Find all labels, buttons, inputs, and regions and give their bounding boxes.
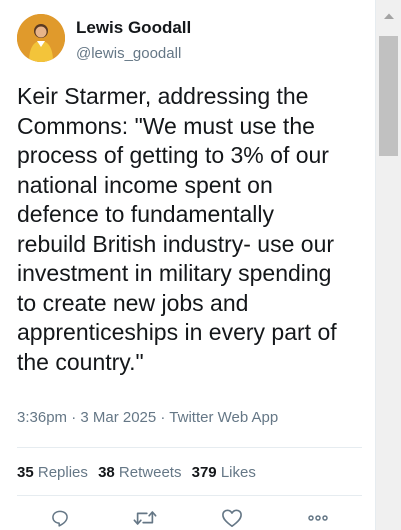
heart-icon (222, 509, 242, 527)
retweets-count: 38 (98, 464, 115, 481)
more-icon (308, 515, 328, 521)
likes-label: Likes (220, 464, 256, 481)
tweet-stats: 35 Replies 38 Retweets 379 Likes (17, 464, 256, 481)
reply-button[interactable] (48, 506, 72, 530)
retweet-button[interactable] (133, 506, 157, 530)
avatar[interactable] (17, 14, 65, 62)
divider (17, 447, 362, 448)
tweet-timestamp[interactable]: 3:36pm · 3 Mar 2025 · Twitter Web App (17, 409, 278, 426)
likes-count: 379 (191, 464, 217, 481)
scrollbar-thumb[interactable] (379, 36, 398, 156)
scroll-up-button[interactable] (376, 8, 401, 24)
replies-count: 35 (17, 464, 34, 481)
retweet-icon (133, 511, 157, 525)
replies-label: Replies (37, 464, 88, 481)
replies-stat[interactable]: 35 Replies (17, 464, 88, 481)
chevron-up-icon (383, 13, 394, 19)
author-name[interactable]: Lewis Goodall (76, 18, 191, 38)
tweet-card: Lewis Goodall @lewis_goodall Keir Starme… (0, 0, 376, 530)
more-button[interactable] (306, 506, 330, 530)
tweet-actions (0, 506, 376, 530)
likes-stat[interactable]: 379 Likes (192, 464, 256, 481)
divider (17, 495, 362, 496)
avatar-image (17, 14, 65, 62)
author-handle[interactable]: @lewis_goodall (76, 45, 181, 62)
retweets-label: Retweets (118, 464, 182, 481)
like-button[interactable] (220, 506, 244, 530)
retweets-stat[interactable]: 38 Retweets (98, 464, 181, 481)
scrollbar[interactable] (376, 0, 401, 530)
tweet-text: Keir Starmer, addressing the Commons: "W… (17, 83, 337, 375)
reply-icon (52, 510, 68, 527)
